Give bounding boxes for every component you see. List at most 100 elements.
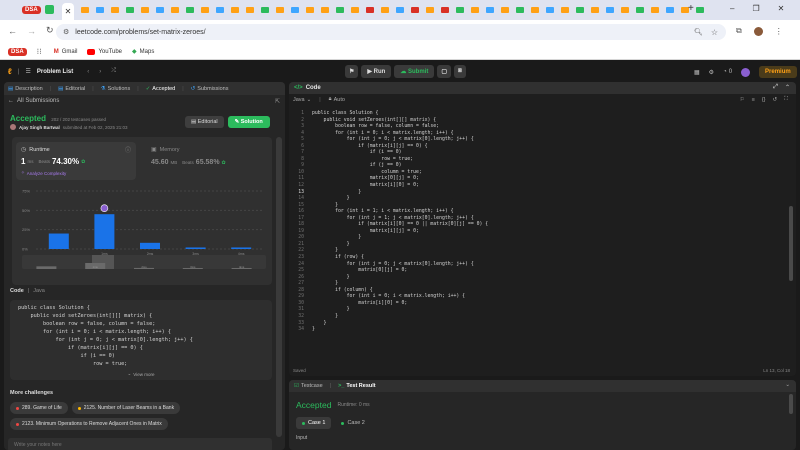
collapse-panel-icon[interactable]: ⌃	[785, 84, 790, 91]
challenge-chip[interactable]: 2125. Number of Laser Beams in a Bank	[71, 402, 181, 414]
braces-icon[interactable]: {}	[762, 97, 766, 103]
share-icon[interactable]: ⇱	[275, 98, 280, 105]
browser-tab[interactable]	[663, 4, 677, 16]
browser-tab[interactable]	[363, 4, 377, 16]
runtime-box[interactable]: ◷ Runtime ⓘ 1 ms Beats 74.30% ✿ ✧ Analyz…	[16, 142, 136, 180]
browser-tab[interactable]	[693, 4, 707, 16]
author-avatar[interactable]	[10, 124, 16, 130]
search-icon[interactable]: 🔍︎	[694, 28, 703, 36]
tab-editorial[interactable]: ▤ Editorial	[58, 86, 85, 92]
browser-tab[interactable]	[183, 4, 197, 16]
fullscreen-icon[interactable]: ⛶	[784, 96, 788, 103]
view-more-link[interactable]: ⌄ View more	[10, 371, 272, 377]
extensions-icon[interactable]: ⧉	[736, 26, 742, 36]
bookmark-youtube[interactable]: YouTube	[87, 48, 122, 55]
browser-tab[interactable]	[228, 4, 242, 16]
author-name[interactable]: Ajay Singh Bartwal	[19, 125, 60, 130]
browser-tab[interactable]	[378, 4, 392, 16]
browser-tab[interactable]	[213, 4, 227, 16]
shuffle-icon[interactable]: ⤮	[111, 68, 116, 75]
analyze-complexity-link[interactable]: ✧ Analyze Complexity	[21, 170, 66, 176]
case-1-tab[interactable]: Case 1	[296, 417, 332, 429]
minimize-icon[interactable]: –	[730, 4, 734, 13]
reload-icon[interactable]: ↻	[46, 25, 54, 36]
active-tab[interactable]: ✕	[62, 3, 74, 20]
browser-tab[interactable]	[273, 4, 287, 16]
tab-description[interactable]: ▤ Description	[8, 86, 43, 92]
maximize-icon[interactable]: ❐	[752, 4, 759, 13]
format-icon[interactable]: ≡	[752, 97, 755, 103]
browser-tab[interactable]	[513, 4, 527, 16]
tab-test-result[interactable]: >_ Test Result	[338, 383, 376, 389]
submit-button[interactable]: ☁ Submit	[394, 65, 435, 78]
auto-toggle[interactable]: 🔒︎ Auto	[329, 96, 345, 103]
streak-counter[interactable]: ◔ 0	[723, 69, 732, 75]
tab-solutions[interactable]: ⚗ Solutions	[101, 86, 131, 92]
debug-icon[interactable]: ⚑	[345, 65, 359, 78]
chart-bar[interactable]	[185, 247, 206, 249]
tab-testcase[interactable]: ☑ Testcase	[294, 383, 323, 389]
new-tab-icon[interactable]: +	[688, 3, 694, 14]
editorial-button[interactable]: ▤ Editorial	[185, 116, 224, 128]
browser-tab[interactable]	[123, 4, 137, 16]
browser-tab[interactable]	[108, 4, 122, 16]
browser-tab[interactable]	[288, 4, 302, 16]
browser-tab[interactable]	[618, 4, 632, 16]
result-panel-collapse-icon[interactable]: ⌄	[785, 382, 790, 388]
back-icon[interactable]: ←	[8, 26, 17, 36]
challenge-chip[interactable]: 2123. Minimum Operations to Remove Adjac…	[10, 418, 168, 430]
browser-tab[interactable]	[393, 4, 407, 16]
browser-tab[interactable]	[423, 4, 437, 16]
url-text[interactable]: leetcode.com/problems/set-matrix-zeroes/	[75, 29, 205, 36]
bookmark-gmail[interactable]: M Gmail	[54, 49, 78, 55]
forward-icon[interactable]: →	[27, 26, 36, 36]
browser-tab[interactable]	[648, 4, 662, 16]
browser-tab[interactable]	[138, 4, 152, 16]
browser-tab[interactable]	[258, 4, 272, 16]
notes-input[interactable]: Write your notes here	[8, 438, 272, 450]
browser-tab[interactable]	[483, 4, 497, 16]
apps-grid-icon[interactable]: ⁝⁝	[37, 47, 42, 56]
browser-tab[interactable]	[453, 4, 467, 16]
result-scrollbar[interactable]	[789, 394, 793, 414]
bookmark-star-icon[interactable]: ☆	[711, 28, 718, 37]
info-icon[interactable]: ⓘ	[125, 145, 131, 154]
browser-tab[interactable]	[168, 4, 182, 16]
chart-bar[interactable]	[140, 242, 160, 249]
browser-tab[interactable]	[438, 4, 452, 16]
bookmark-dsa[interactable]: DSA	[8, 47, 27, 56]
prev-problem-icon[interactable]: ‹	[87, 69, 89, 75]
browser-tab[interactable]	[603, 4, 617, 16]
browser-tab[interactable]	[198, 4, 212, 16]
your-submission-avatar-marker[interactable]	[100, 204, 109, 213]
browser-tab[interactable]	[318, 4, 332, 16]
notes-icon[interactable]: ▢	[437, 65, 452, 78]
browser-tab[interactable]	[153, 4, 167, 16]
browser-tab[interactable]	[558, 4, 572, 16]
browser-tab[interactable]	[348, 4, 362, 16]
browser-tab[interactable]	[543, 4, 557, 16]
browser-tab[interactable]	[528, 4, 542, 16]
browser-tab[interactable]	[468, 4, 482, 16]
chart-bar[interactable]	[48, 233, 69, 249]
close-window-icon[interactable]: ✕	[778, 4, 785, 13]
browser-tab[interactable]	[588, 4, 602, 16]
browser-menu-icon[interactable]: ⋮	[775, 27, 783, 36]
problem-list-icon[interactable]: ☰	[25, 68, 30, 75]
left-scrollbar[interactable]	[276, 137, 282, 437]
bookmark-icon[interactable]: ⚐	[740, 97, 745, 103]
code-text[interactable]: public class Solution { public void setZ…	[307, 111, 488, 334]
run-button[interactable]: ▶ Run	[361, 65, 392, 78]
settings-gear-icon[interactable]: ⚙	[709, 69, 714, 76]
next-problem-icon[interactable]: ›	[99, 69, 101, 75]
editor-scrollbar[interactable]	[789, 206, 793, 281]
problem-list-link[interactable]: Problem List	[37, 69, 73, 75]
chart-bar[interactable]	[231, 247, 252, 249]
browser-tab[interactable]	[93, 4, 107, 16]
bookmark-maps[interactable]: ◆ Maps	[132, 48, 154, 56]
dsa-tab-group-chip[interactable]: DSA	[22, 5, 41, 14]
leetcode-logo-icon[interactable]: ℓ	[8, 67, 12, 76]
browser-tab[interactable]	[573, 4, 587, 16]
browser-tab[interactable]	[303, 4, 317, 16]
browser-tab[interactable]	[408, 4, 422, 16]
